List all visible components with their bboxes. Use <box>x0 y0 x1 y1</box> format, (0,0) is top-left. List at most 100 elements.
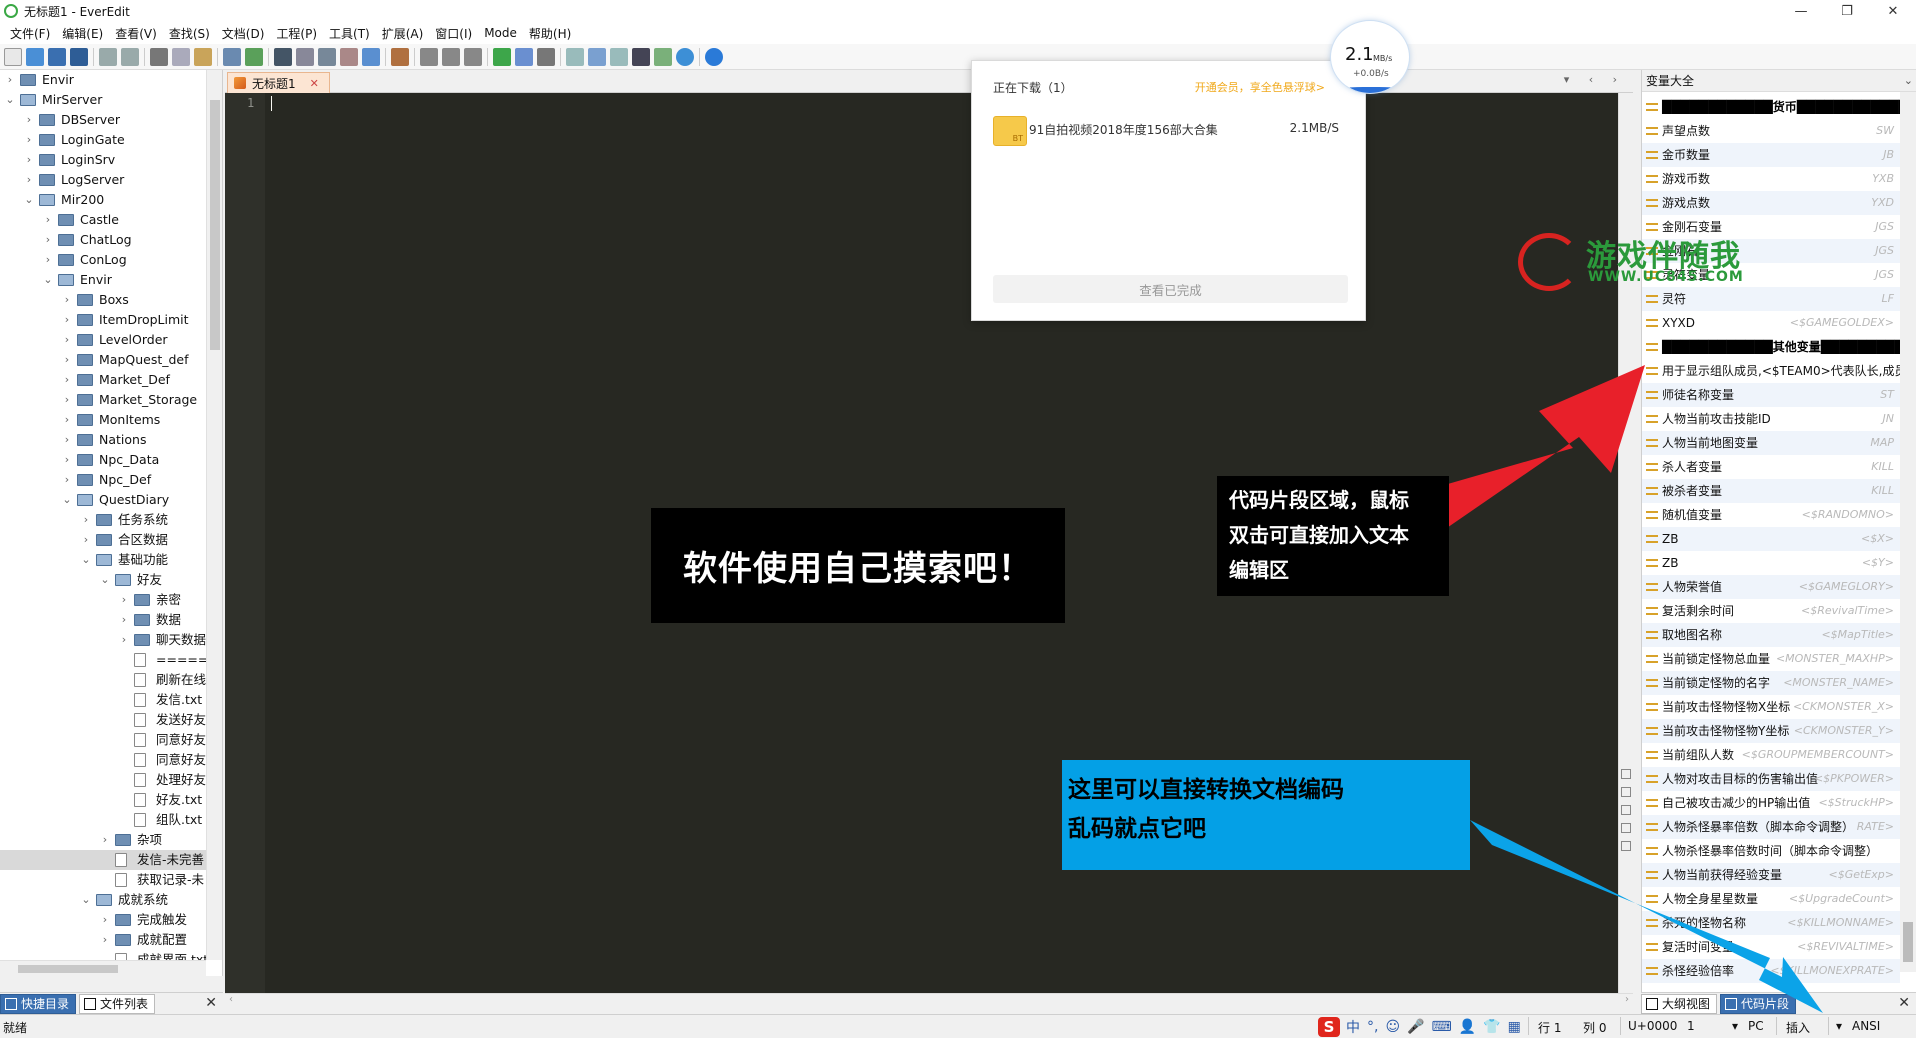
chevron-right-icon[interactable]: › <box>23 130 35 150</box>
ime-keyboard-icon[interactable]: ⌨ <box>1432 1019 1452 1035</box>
cut-icon[interactable] <box>150 47 168 66</box>
tree-item[interactable]: › ConLog <box>0 250 206 270</box>
goto-icon[interactable] <box>362 47 380 66</box>
status-insert-mode[interactable]: 插入 <box>1786 1019 1810 1036</box>
chevron-right-icon[interactable]: › <box>80 510 92 530</box>
input-method-toolbar[interactable]: S 中 °, ☺ 🎤 ⌨ 👤 👕 ▦ <box>1318 1017 1528 1037</box>
play-macro-icon[interactable] <box>442 47 460 66</box>
menu-file[interactable]: 文件(F) <box>4 25 56 42</box>
tree-item[interactable]: 发信.txt <box>0 690 206 710</box>
format-icon[interactable] <box>223 47 241 66</box>
tree-item[interactable]: › MapQuest_def <box>0 350 206 370</box>
tree-item[interactable]: › Nations <box>0 430 206 450</box>
macro-list-icon[interactable] <box>464 47 482 66</box>
scrollbar-thumb[interactable] <box>1903 922 1913 962</box>
snippet-item[interactable]: 杀死的怪物名称 <$KILLMONNAME> <box>1642 911 1900 935</box>
ime-skin-icon[interactable]: 👕 <box>1483 1019 1500 1035</box>
snippet-item[interactable]: 随机值变量 <$RANDOMNO> <box>1642 503 1900 527</box>
tree-item[interactable]: › Market_Storage <box>0 390 206 410</box>
tab-quick-directory[interactable]: 快捷目录 <box>0 993 77 1014</box>
find-edit-icon[interactable] <box>296 47 314 66</box>
document-icon[interactable] <box>245 47 263 66</box>
menu-help[interactable]: 帮助(H) <box>523 25 577 42</box>
editor-vertical-scrollbar[interactable] <box>1618 93 1633 993</box>
tools-icon[interactable] <box>537 47 555 66</box>
snippet-item[interactable]: 被杀者变量 KILL <box>1642 479 1900 503</box>
ime-voice-icon[interactable]: 🎤 <box>1407 1019 1424 1035</box>
speed-float-ball[interactable]: 2.1 MB/s +0.0B/s <box>1330 20 1410 94</box>
chevron-down-icon[interactable]: ⌄ <box>61 490 73 510</box>
chevron-down-icon[interactable]: ⌄ <box>80 550 92 570</box>
tree-item[interactable]: 好友.txt <box>0 790 206 810</box>
chevron-right-icon[interactable]: › <box>80 530 92 550</box>
view-completed-button[interactable]: 查看已完成 <box>993 275 1348 303</box>
tree-item[interactable]: › MonItems <box>0 410 206 430</box>
zoom-out-icon[interactable] <box>1621 805 1631 815</box>
chevron-right-icon[interactable]: › <box>118 590 130 610</box>
window-icon[interactable] <box>515 47 533 66</box>
snippet-item[interactable]: ZB <$X> <box>1642 527 1900 551</box>
find-icon[interactable] <box>274 47 292 66</box>
tree-item[interactable]: ⌄ MirServer <box>0 90 206 110</box>
record-macro-icon[interactable] <box>420 47 438 66</box>
snippet-item[interactable]: XYXD <$GAMEGOLDEX> <box>1642 311 1900 335</box>
menu-search[interactable]: 查找(S) <box>163 25 216 42</box>
tree-item[interactable]: › 任务系统 <box>0 510 206 530</box>
snippet-item[interactable]: 当前攻击怪物怪物Y坐标 <CKMONSTER_Y> <box>1642 719 1900 743</box>
save-all-icon[interactable] <box>70 47 88 66</box>
new-file-icon[interactable] <box>4 47 22 66</box>
snippet-vertical-scrollbar[interactable] <box>1900 92 1916 972</box>
replace-icon[interactable] <box>318 47 336 66</box>
snippet-item[interactable]: 金刚石 JGS <box>1642 239 1900 263</box>
copy-icon[interactable] <box>172 47 190 66</box>
snippet-item[interactable]: 自己被攻击减少的HP输出值 <$StruckHP> <box>1642 791 1900 815</box>
paste-icon[interactable] <box>194 47 212 66</box>
tree-item[interactable]: 组队.txt <box>0 810 206 830</box>
chevron-right-icon[interactable]: › <box>23 170 35 190</box>
tree-item[interactable]: › ItemDropLimit <box>0 310 206 330</box>
snippet-item[interactable]: 杀怪经验倍率 <$KILLMONEXPRATE> <box>1642 959 1900 983</box>
tree-item[interactable]: › Castle <box>0 210 206 230</box>
status-encoding-dropdown-arrow[interactable]: ▾ <box>1836 1019 1842 1033</box>
ime-chinese-mode-icon[interactable]: 中 <box>1346 1017 1360 1037</box>
tree-item[interactable]: ⌄ Envir <box>0 270 206 290</box>
snippet-item[interactable]: 用于显示组队成员,<$TEAM0>代表队长,成员 <box>1642 359 1900 383</box>
tree-item[interactable]: › 亲密 <box>0 590 206 610</box>
tree-item[interactable]: 发送好友 <box>0 710 206 730</box>
tree-item[interactable]: › Envir <box>0 70 206 90</box>
tree-item[interactable]: ⌄ 基础功能 <box>0 550 206 570</box>
minimap-toggle-icon[interactable] <box>1621 769 1631 779</box>
chevron-right-icon[interactable]: › <box>99 910 111 930</box>
status-column[interactable]: 列 0 <box>1583 1019 1606 1036</box>
file-tree-vertical-scrollbar[interactable] <box>206 70 222 960</box>
menu-view[interactable]: 查看(V) <box>109 25 163 42</box>
snippet-item[interactable]: 师徒名称变量 ST <box>1642 383 1900 407</box>
tree-item[interactable]: › LoginSrv <box>0 150 206 170</box>
snippet-item[interactable]: 灵符变量 JGS <box>1642 263 1900 287</box>
tree-item[interactable]: 处理好友 <box>0 770 206 790</box>
chevron-right-icon[interactable]: › <box>118 630 130 650</box>
snippet-item[interactable]: 杀人者变量 KILL <box>1642 455 1900 479</box>
chevron-right-icon[interactable]: › <box>99 930 111 950</box>
chevron-down-icon[interactable]: ⌄ <box>4 90 16 110</box>
tree-item[interactable]: › Boxs <box>0 290 206 310</box>
plugin-icon[interactable] <box>493 47 511 66</box>
fullscreen-icon[interactable] <box>632 47 650 66</box>
snippet-item[interactable]: 复活时间变量 <$REVIVALTIME> <box>1642 935 1900 959</box>
tree-item[interactable]: › 杂项 <box>0 830 206 850</box>
tree-item[interactable]: › 成就配置 <box>0 930 206 950</box>
snippet-item[interactable]: 人物当前攻击技能ID JN <box>1642 407 1900 431</box>
snippet-item[interactable]: 取地图名称 <$MapTitle> <box>1642 623 1900 647</box>
tab-outline-view[interactable]: 大纲视图 <box>1641 993 1718 1014</box>
chevron-right-icon[interactable]: › <box>61 350 73 370</box>
close-tab-icon[interactable]: ✕ <box>310 77 319 90</box>
snippet-item[interactable]: ████████████其他变量████████████ <box>1642 335 1900 359</box>
snippet-item[interactable]: 人物荣誉值 <$GAMEGLORY> <box>1642 575 1900 599</box>
snippet-item[interactable]: 人物对攻击目标的伤害输出值 <$PKPOWER> <box>1642 767 1900 791</box>
split-view-icon[interactable] <box>588 47 606 66</box>
status-line[interactable]: 行 1 <box>1538 1019 1561 1036</box>
tree-item[interactable]: 发信-未完善 <box>0 850 206 870</box>
tree-item[interactable]: ⌄ 好友 <box>0 570 206 590</box>
status-encoding[interactable]: ANSI <box>1852 1019 1880 1033</box>
chevron-right-icon[interactable]: › <box>23 150 35 170</box>
